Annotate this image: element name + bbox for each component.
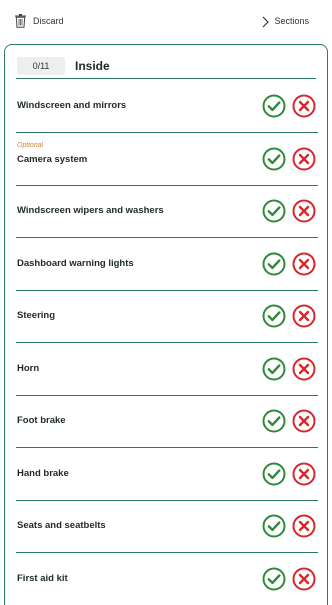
- checklist-row: Windscreen wipers and washers: [16, 186, 318, 238]
- discard-button[interactable]: Discard: [14, 12, 64, 30]
- pass-check-icon[interactable]: [262, 462, 286, 486]
- fail-x-icon[interactable]: [292, 567, 316, 591]
- checklist-item-label: Steering: [17, 310, 56, 321]
- checklist-item-label: Seats and seatbelts: [17, 520, 106, 531]
- checklist-row: Foot brake: [16, 396, 318, 448]
- top-bar: Discard Sections: [0, 0, 332, 42]
- section-header: 0/11 Inside: [16, 53, 316, 79]
- fail-x-icon[interactable]: [292, 94, 316, 118]
- checklist-row: Steering: [16, 291, 318, 343]
- pass-check-icon[interactable]: [262, 567, 286, 591]
- section-title: Inside: [75, 58, 110, 73]
- pass-check-icon[interactable]: [262, 514, 286, 538]
- checklist-item-label: Foot brake: [17, 415, 66, 426]
- fail-x-icon[interactable]: [292, 147, 316, 171]
- checklist-row: Optional Camera system: [16, 134, 318, 186]
- checklist-item-label: Camera system: [17, 153, 88, 165]
- checklist-item-label: Windscreen wipers and washers: [17, 205, 164, 216]
- optional-tag: Optional: [17, 141, 44, 149]
- checklist-item-label: Windscreen and mirrors: [17, 100, 127, 111]
- checklist-row: Hand brake: [16, 449, 318, 501]
- fail-x-icon[interactable]: [292, 304, 316, 328]
- progress-counter: 0/11: [17, 56, 65, 75]
- checklist-row: Windscreen and mirrors: [16, 81, 318, 133]
- pass-check-icon[interactable]: [262, 252, 286, 276]
- pass-check-icon[interactable]: [262, 199, 286, 223]
- checklist-row: Seats and seatbelts: [16, 501, 318, 553]
- sections-label: Sections: [274, 16, 309, 26]
- pass-check-icon[interactable]: [262, 94, 286, 118]
- checklist-row: Dashboard warning lights: [16, 239, 318, 291]
- checklist-row: First aid kit: [16, 554, 318, 605]
- checklist-item-label: Dashboard warning lights: [17, 257, 134, 269]
- fail-x-icon[interactable]: [292, 462, 316, 486]
- fail-x-icon[interactable]: [292, 357, 316, 381]
- discard-label: Discard: [33, 16, 64, 26]
- pass-check-icon[interactable]: [262, 304, 286, 328]
- fail-x-icon[interactable]: [292, 409, 316, 433]
- sections-button[interactable]: Sections: [261, 12, 309, 30]
- checklist-row: Horn: [16, 344, 318, 396]
- fail-x-icon[interactable]: [292, 199, 316, 223]
- pass-check-icon[interactable]: [262, 147, 286, 171]
- checklist-item-label: Hand brake: [17, 467, 69, 479]
- checklist-card: 0/11 Inside Windscreen and mirrors Option…: [4, 44, 328, 605]
- checklist-item-label: First aid kit: [17, 572, 68, 584]
- fail-x-icon[interactable]: [292, 514, 316, 538]
- chevron-right-icon: [261, 15, 270, 28]
- pass-check-icon[interactable]: [262, 357, 286, 381]
- fail-x-icon[interactable]: [292, 252, 316, 276]
- pass-check-icon[interactable]: [262, 409, 286, 433]
- trash-icon: [14, 14, 27, 28]
- checklist-item-label: Horn: [17, 362, 40, 374]
